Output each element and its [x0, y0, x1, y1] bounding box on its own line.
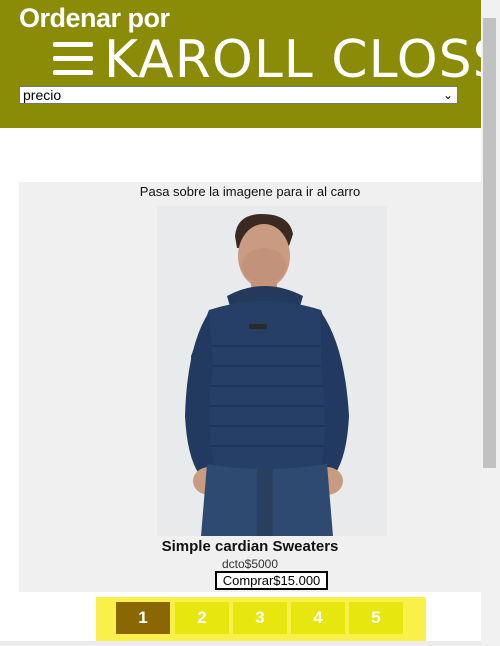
product-photo-illustration — [157, 206, 387, 536]
page-button-4[interactable]: 4 — [291, 602, 345, 634]
sort-select-value: precio — [23, 87, 62, 103]
scrollbar-thumb[interactable] — [483, 18, 496, 468]
sort-select[interactable]: precio ⌄ — [19, 86, 458, 104]
bottom-strip — [0, 641, 481, 646]
pagination: 1 2 3 4 5 — [96, 597, 426, 642]
product-card: Pasa sobre la imagene para ir al carro S… — [19, 182, 481, 592]
product-name: Simple cardian Sweaters — [161, 538, 339, 555]
hamburger-menu-icon[interactable] — [53, 42, 93, 76]
page-button-1[interactable]: 1 — [116, 602, 170, 634]
brand-logo: KAROLL CLOSS — [104, 30, 500, 90]
product-image[interactable] — [157, 206, 387, 536]
buy-button[interactable]: Comprar$15.000 — [215, 571, 328, 590]
page-button-3[interactable]: 3 — [233, 602, 287, 634]
cart-hint: Pasa sobre la imagene para ir al carro — [139, 184, 361, 199]
page-button-2[interactable]: 2 — [175, 602, 229, 634]
page-button-5[interactable]: 5 — [349, 602, 403, 634]
chevron-down-icon: ⌄ — [442, 88, 453, 102]
header-bar: Ordenar por KAROLL CLOSS precio ⌄ — [0, 0, 500, 128]
product-discount: dcto$5000 — [221, 557, 279, 571]
